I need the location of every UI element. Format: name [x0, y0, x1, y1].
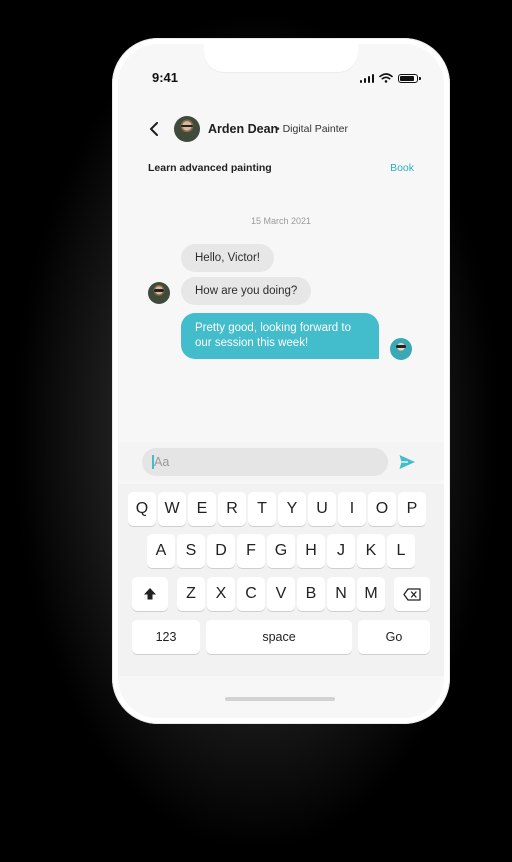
key-w[interactable]: W	[158, 492, 186, 526]
key-z[interactable]: Z	[177, 577, 205, 611]
phone-frame: 9:41 Arden Dean • Digital Painter Learn …	[112, 38, 450, 724]
key-p[interactable]: P	[398, 492, 426, 526]
key-f[interactable]: F	[237, 534, 265, 568]
key-x[interactable]: X	[207, 577, 235, 611]
chat-header: Arden Dean • Digital Painter	[118, 110, 444, 150]
book-link[interactable]: Book	[390, 162, 414, 174]
key-r[interactable]: R	[218, 492, 246, 526]
contact-name: Arden Dean	[208, 122, 279, 136]
key-c[interactable]: C	[237, 577, 265, 611]
key-o[interactable]: O	[368, 492, 396, 526]
send-icon[interactable]	[398, 453, 416, 471]
key-i[interactable]: I	[338, 492, 366, 526]
key-v[interactable]: V	[267, 577, 295, 611]
key-q[interactable]: Q	[128, 492, 156, 526]
go-key[interactable]: Go	[358, 620, 430, 654]
space-key[interactable]: space	[206, 620, 352, 654]
wifi-icon	[379, 73, 393, 83]
key-a[interactable]: A	[147, 534, 175, 568]
signal-icon	[359, 73, 374, 83]
status-icons	[359, 73, 421, 83]
sender-avatar	[148, 282, 170, 304]
incoming-message: How are you doing?	[181, 277, 312, 305]
key-u[interactable]: U	[308, 492, 336, 526]
incoming-message: Hello, Victor!	[181, 244, 274, 272]
home-indicator[interactable]	[225, 697, 335, 701]
session-title: Learn advanced painting	[148, 162, 272, 174]
backspace-key[interactable]	[394, 577, 430, 611]
numbers-key[interactable]: 123	[132, 620, 200, 654]
key-n[interactable]: N	[327, 577, 355, 611]
key-l[interactable]: L	[387, 534, 415, 568]
key-b[interactable]: B	[297, 577, 325, 611]
keyboard: Q W E R T Y U I O P A S D F G H J K L Z …	[118, 484, 444, 676]
key-s[interactable]: S	[177, 534, 205, 568]
contact-avatar[interactable]	[174, 116, 200, 142]
outgoing-message: Pretty good, looking forward to our sess…	[181, 313, 379, 359]
key-e[interactable]: E	[188, 492, 216, 526]
key-k[interactable]: K	[357, 534, 385, 568]
contact-role: • Digital Painter	[276, 123, 348, 135]
key-y[interactable]: Y	[278, 492, 306, 526]
backspace-icon	[403, 587, 421, 601]
chat-date: 15 March 2021	[250, 216, 312, 226]
notch	[204, 44, 358, 72]
key-g[interactable]: G	[267, 534, 295, 568]
key-j[interactable]: J	[327, 534, 355, 568]
key-h[interactable]: H	[297, 534, 325, 568]
status-time: 9:41	[152, 70, 179, 85]
key-m[interactable]: M	[357, 577, 385, 611]
message-input[interactable]: Aa	[142, 448, 388, 476]
key-t[interactable]: T	[248, 492, 276, 526]
shift-icon	[144, 588, 156, 600]
battery-icon	[398, 73, 421, 83]
user-avatar	[390, 338, 412, 360]
screen: 9:41 Arden Dean • Digital Painter Learn …	[118, 44, 444, 718]
shift-key[interactable]	[132, 577, 168, 611]
back-chevron-icon[interactable]	[146, 120, 164, 138]
key-d[interactable]: D	[207, 534, 235, 568]
